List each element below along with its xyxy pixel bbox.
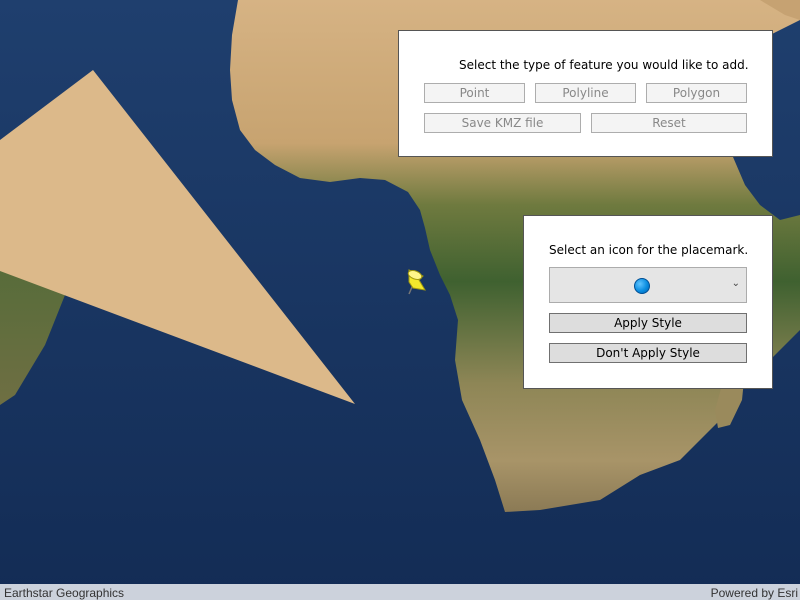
- dont-apply-style-button[interactable]: Don't Apply Style: [549, 343, 747, 363]
- polyline-button[interactable]: Polyline: [535, 83, 636, 103]
- apply-style-button[interactable]: Apply Style: [549, 313, 747, 333]
- polygon-button[interactable]: Polygon: [646, 83, 747, 103]
- powered-by-text[interactable]: Powered by Esri: [711, 586, 798, 600]
- icon-dropdown[interactable]: ⌄: [549, 267, 747, 303]
- chevron-down-icon: ⌄: [731, 278, 740, 289]
- placemark-style-panel: Select an icon for the placemark. ⌄ Appl…: [523, 215, 773, 389]
- feature-type-panel: Select the type of feature you would lik…: [398, 30, 773, 157]
- save-kmz-button[interactable]: Save KMZ file: [424, 113, 581, 133]
- attribution-bar: Earthstar Geographics Powered by Esri: [0, 584, 800, 600]
- blue-circle-icon: [634, 278, 650, 294]
- reset-button[interactable]: Reset: [591, 113, 747, 133]
- attribution-text: Earthstar Geographics: [4, 586, 125, 600]
- icon-prompt: Select an icon for the placemark.: [549, 243, 749, 257]
- point-button[interactable]: Point: [424, 83, 525, 103]
- feature-prompt: Select the type of feature you would lik…: [459, 58, 749, 72]
